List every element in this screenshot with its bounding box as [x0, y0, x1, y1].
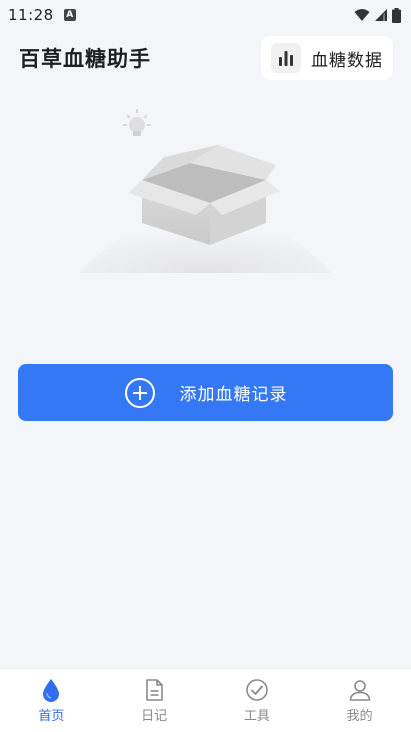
drop-icon: [43, 678, 60, 702]
nav-label-mine: 我的: [346, 708, 373, 724]
add-record-label: 添加血糖记录: [179, 385, 288, 405]
bar-chart-icon: [271, 43, 301, 73]
notification-a-icon: A: [63, 9, 76, 21]
nav-item-tools[interactable]: 工具: [206, 669, 309, 732]
wifi-icon: [354, 9, 370, 21]
empty-box-illustration: [78, 109, 332, 273]
app-title: 百草血糖助手: [19, 47, 151, 71]
status-time: 11:28: [8, 6, 54, 24]
nav-item-home[interactable]: 首页: [0, 669, 103, 732]
check-circle-icon: [246, 678, 268, 701]
nav-label-tools: 工具: [243, 708, 270, 724]
bottom-nav: 首页 日记 工具 我的: [0, 668, 411, 732]
app-header: 百草血糖助手 血糖数据: [0, 30, 411, 86]
battery-icon: [392, 7, 401, 23]
glucose-data-button[interactable]: 血糖数据: [261, 36, 393, 80]
signal-icon: [375, 9, 387, 21]
glucose-data-label: 血糖数据: [311, 50, 383, 71]
status-bar: 11:28 A: [0, 0, 411, 30]
person-icon: [349, 679, 370, 701]
nav-item-mine[interactable]: 我的: [308, 669, 411, 732]
plus-circle-icon: [124, 377, 155, 408]
nav-item-diary[interactable]: 日记: [103, 669, 206, 732]
add-glucose-record-button[interactable]: 添加血糖记录: [18, 364, 393, 421]
lightbulb-icon: [123, 109, 151, 136]
nav-label-diary: 日记: [141, 708, 168, 724]
document-icon: [146, 678, 163, 701]
nav-label-home: 首页: [38, 708, 65, 724]
